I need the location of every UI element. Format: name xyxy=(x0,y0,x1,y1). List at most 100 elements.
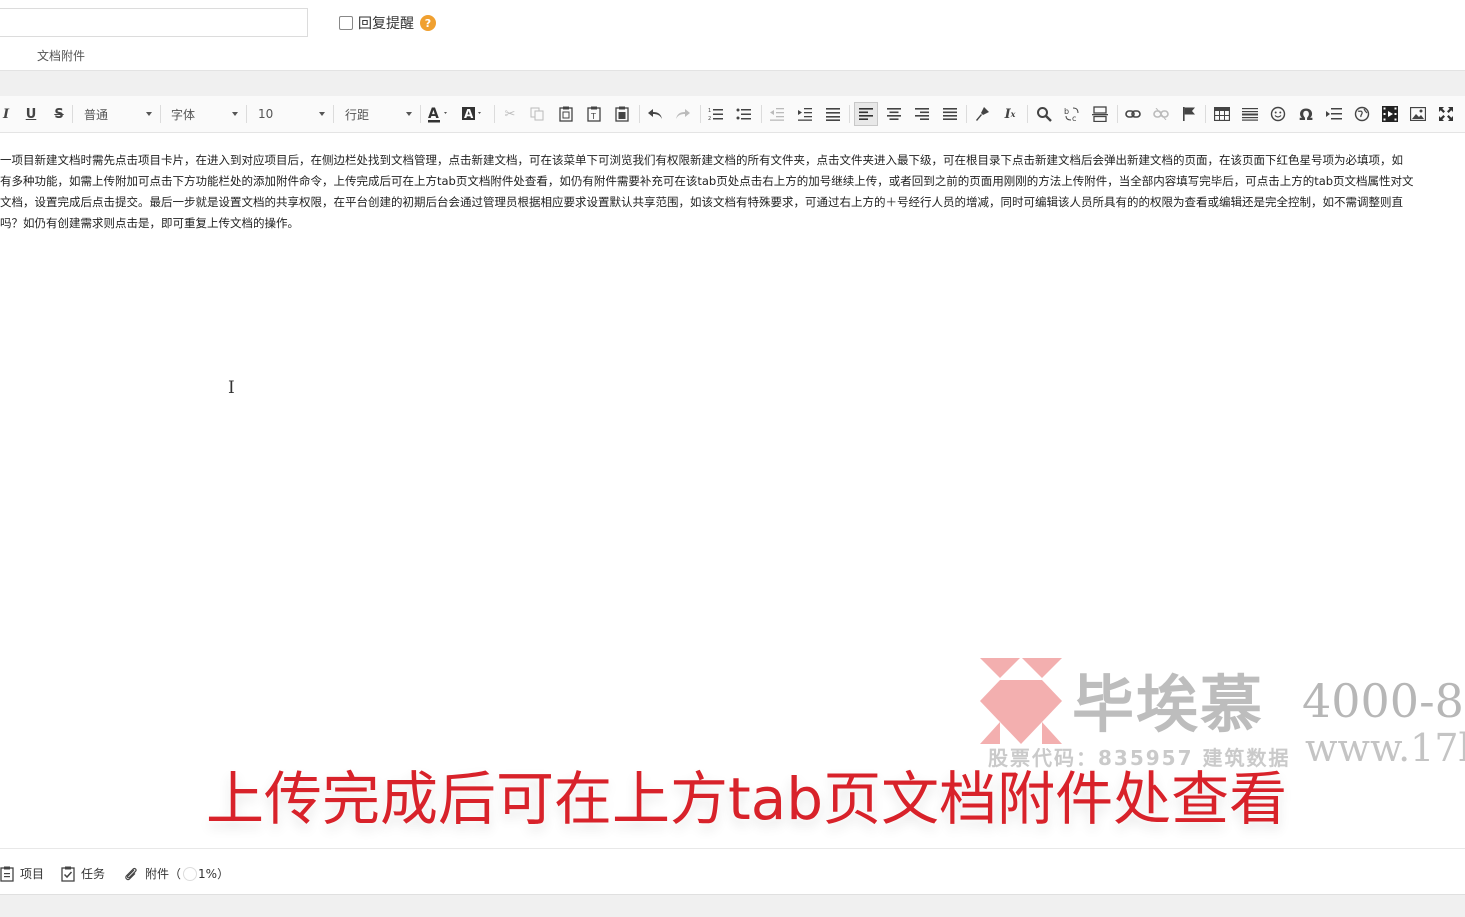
horizontal-rule-icon[interactable] xyxy=(1240,104,1260,124)
toolbar-separator xyxy=(72,105,73,123)
editor-paragraph-line: 有多种功能，如需上传附加可点击下方功能栏处的添加附件命令，上传完成后可在上方ta… xyxy=(0,174,1414,188)
upload-progress-ring xyxy=(183,866,198,881)
replace-icon[interactable]: bc xyxy=(1062,104,1082,124)
bottom-function-bar: 项目 任务 附件（ 1% ） xyxy=(0,848,1465,895)
align-center-icon[interactable] xyxy=(884,104,904,124)
paste-word-icon[interactable] xyxy=(612,104,632,124)
strikethrough-icon[interactable]: S xyxy=(49,104,69,124)
ordered-list-icon[interactable]: 12 xyxy=(706,104,726,124)
document-title-input[interactable] xyxy=(0,8,308,37)
font-size-select[interactable]: 10 xyxy=(258,104,325,124)
svg-text:b: b xyxy=(1064,107,1069,116)
align-left-icon[interactable] xyxy=(854,102,878,126)
chevron-down-icon xyxy=(319,112,325,116)
font-family-select[interactable]: 字体 xyxy=(171,104,238,124)
font-size-value: 10 xyxy=(258,107,274,121)
table-icon[interactable] xyxy=(1212,104,1232,124)
toolbar-separator xyxy=(494,105,495,123)
paragraph-format-value: 普通 xyxy=(84,107,109,122)
line-height-select[interactable]: 行距 xyxy=(345,104,412,124)
map-globe-icon[interactable] xyxy=(1352,104,1372,124)
task-check-icon xyxy=(61,866,75,882)
watermark-phone: 4000-8 xyxy=(1302,674,1464,728)
toolbar-separator xyxy=(849,105,850,123)
footer-band xyxy=(0,894,1465,917)
undo-icon[interactable] xyxy=(645,104,665,124)
emoji-icon[interactable] xyxy=(1268,104,1288,124)
align-right-icon[interactable] xyxy=(912,104,932,124)
link-icon[interactable] xyxy=(1123,104,1143,124)
toolbar-separator xyxy=(639,105,640,123)
text-cursor-icon: I xyxy=(228,378,235,398)
svg-text:A: A xyxy=(428,106,439,122)
help-icon[interactable]: ? xyxy=(420,15,436,31)
chevron-down-icon xyxy=(232,112,238,116)
watermark-brand-name: 毕埃慕 xyxy=(1072,668,1265,741)
page-break-icon[interactable] xyxy=(1090,104,1110,124)
toolbar-separator xyxy=(700,105,701,123)
svg-text:c: c xyxy=(1072,114,1076,122)
toolbar-separator xyxy=(761,105,762,123)
project-button[interactable]: 项目 xyxy=(0,865,44,882)
cut-icon[interactable]: ✂ xyxy=(500,104,520,124)
image-icon[interactable] xyxy=(1408,104,1428,124)
anchor-flag-icon[interactable] xyxy=(1179,104,1199,124)
align-justify-icon[interactable] xyxy=(940,104,960,124)
task-button[interactable]: 任务 xyxy=(61,865,105,882)
toolbar-separator xyxy=(246,105,247,123)
reply-reminder-checkbox[interactable] xyxy=(339,16,353,30)
toolbar-separator xyxy=(420,105,421,123)
video-subtitle-caption: 上传完成后可在上方tab页文档附件处查看 xyxy=(206,765,1288,833)
outdent-icon[interactable] xyxy=(767,104,787,124)
editor-paragraph-line: 一项目新建文档时需先点击项目卡片，在进入到对应项目后，在侧边栏处找到文档管理，点… xyxy=(0,153,1403,167)
video-icon[interactable] xyxy=(1380,104,1400,124)
attachment-button[interactable]: 附件（ 1% ） xyxy=(123,865,229,882)
line-height-value: 行距 xyxy=(345,107,370,122)
unordered-list-icon[interactable] xyxy=(734,104,754,124)
background-color-icon[interactable]: A xyxy=(461,104,485,124)
fullscreen-icon[interactable] xyxy=(1436,104,1456,124)
paragraph-format-select[interactable]: 普通 xyxy=(84,104,152,124)
indent-icon[interactable] xyxy=(795,104,815,124)
chevron-down-icon xyxy=(146,112,152,116)
editor-content[interactable]: 一项目新建文档时需先点击项目卡片，在进入到对应项目后，在侧边栏处找到文档管理，点… xyxy=(0,150,1465,234)
toolbar-separator xyxy=(333,105,334,123)
clipboard-icon xyxy=(0,866,14,882)
format-brush-icon[interactable] xyxy=(972,104,992,124)
project-button-label: 项目 xyxy=(20,867,45,881)
paste-icon[interactable] xyxy=(556,104,576,124)
clear-format-icon[interactable]: Ix xyxy=(1000,104,1020,124)
toolbar-separator xyxy=(1117,105,1118,123)
editor-toolbar: I U S 普通 字体 10 行距 A A ✂ T 12 I x b c Ω xyxy=(0,96,1465,133)
tab-document-attachments[interactable]: 文档附件 xyxy=(37,47,85,64)
font-family-value: 字体 xyxy=(171,107,196,122)
attachment-label-suffix: ） xyxy=(217,867,230,881)
toolbar-separator xyxy=(1205,105,1206,123)
document-header: 回复提醒 ? 文档附件 xyxy=(0,0,1465,70)
reply-reminder-option[interactable]: 回复提醒 ? xyxy=(339,13,436,33)
redo-icon[interactable] xyxy=(673,104,693,124)
justify-list-icon[interactable] xyxy=(823,104,843,124)
attachment-progress: 1% xyxy=(198,866,218,881)
special-char-icon[interactable]: Ω xyxy=(1296,104,1316,124)
copy-icon[interactable] xyxy=(527,104,547,124)
editor-paragraph-line: 文档，设置完成后点击提交。最后一步就是设置文档的共享权限，在平台创建的初期后台会… xyxy=(0,195,1403,209)
toolbar-separator xyxy=(160,105,161,123)
reply-reminder-label: 回复提醒 xyxy=(358,16,414,32)
italic-icon[interactable]: I xyxy=(0,104,16,124)
task-button-label: 任务 xyxy=(81,867,106,881)
insert-frame-icon[interactable] xyxy=(1324,104,1344,124)
paste-text-icon[interactable]: T xyxy=(584,104,604,124)
paperclip-icon xyxy=(125,867,137,880)
svg-text:2: 2 xyxy=(708,116,711,121)
brand-watermark: 毕埃慕 4000-8 www.17b 股票代码：835957 建筑数据 xyxy=(980,656,1465,770)
attachment-label: 附件（ xyxy=(145,867,182,881)
unlink-icon[interactable] xyxy=(1151,104,1171,124)
toolbar-separator xyxy=(966,105,967,123)
font-color-icon[interactable]: A xyxy=(427,104,451,124)
search-icon[interactable] xyxy=(1034,104,1054,124)
toolbar-separator xyxy=(1027,105,1028,123)
brand-logo-icon xyxy=(980,658,1062,744)
svg-text:T: T xyxy=(590,112,596,121)
underline-icon[interactable]: U xyxy=(21,104,41,124)
